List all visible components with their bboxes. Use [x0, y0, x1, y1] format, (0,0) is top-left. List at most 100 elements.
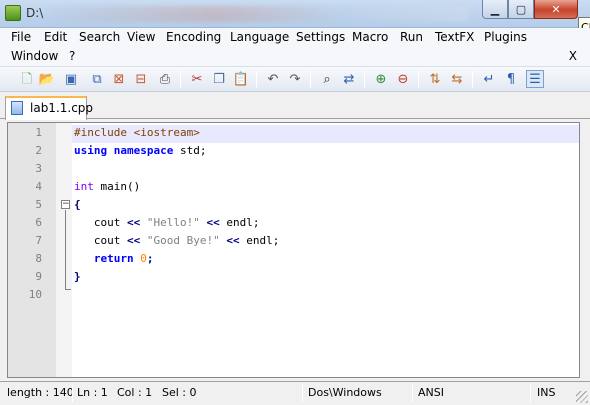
cut-icon[interactable]: ✂	[188, 70, 206, 88]
minimize-icon: ▁	[490, 2, 500, 16]
tab-bar: lab1.1.cpp	[0, 93, 590, 120]
menu-macro[interactable]: Macro	[352, 30, 388, 44]
maximize-button[interactable]: ▢	[508, 0, 534, 19]
menu-edit[interactable]: Edit	[44, 30, 67, 44]
code-line: 9 }	[8, 270, 579, 288]
menu-language[interactable]: Language	[230, 30, 289, 44]
menu-search[interactable]: Search	[79, 30, 120, 44]
status-divider	[412, 385, 413, 402]
undo-icon[interactable]: ↶	[264, 70, 282, 88]
close-window-button[interactable]: ✕	[534, 0, 578, 19]
code-line: 7 cout << "Good Bye!" << endl;	[8, 234, 579, 252]
sync-horizontal-icon[interactable]: ⇆	[448, 70, 466, 88]
notepad-plus-plus-window: D:\ ▁ ▢ ✕ Cl File Edit Search View Encod…	[0, 0, 590, 405]
find-icon[interactable]: ⌕	[318, 70, 336, 88]
menu-row-1: File Edit Search View Encoding Language …	[0, 28, 590, 47]
line-text: cout << "Good Bye!" << endl;	[74, 234, 280, 247]
status-encoding: ANSI	[418, 386, 444, 399]
indent-guide-icon[interactable]: ☰	[526, 70, 544, 88]
minimize-button[interactable]: ▁	[482, 0, 508, 19]
code-line: 5 {	[8, 198, 579, 216]
line-text: return 0;	[74, 252, 154, 265]
line-number: 3	[35, 162, 42, 175]
print-icon[interactable]: ⎙	[156, 70, 174, 88]
replace-icon[interactable]: ⇄	[340, 70, 358, 88]
redacted-title-path	[48, 6, 468, 22]
menu-plugins[interactable]: Plugins	[484, 30, 527, 44]
toolbar-separator	[180, 71, 181, 88]
status-selection: Sel : 0	[162, 386, 197, 399]
toolbar-separator	[472, 71, 473, 88]
menu-view[interactable]: View	[127, 30, 155, 44]
status-line: Ln : 1	[77, 386, 108, 399]
line-text: int main()	[74, 180, 141, 193]
copy-icon[interactable]: ❐	[210, 70, 228, 88]
close-icon: ✕	[551, 2, 561, 16]
maximize-icon: ▢	[515, 2, 527, 16]
code-line: 6 cout << "Hello!" << endl;	[8, 216, 579, 234]
status-eol-format: Dos\Windows	[308, 386, 382, 399]
file-icon	[11, 101, 23, 115]
tab-label: lab1.1.cpp	[30, 101, 94, 115]
menu-row-2: Window ? X	[0, 47, 590, 66]
code-editor[interactable]: 1 #include <iostream> 2 using namespace …	[7, 122, 580, 378]
menu-encoding[interactable]: Encoding	[166, 30, 221, 44]
status-divider	[72, 385, 73, 402]
toolbar-separator	[418, 71, 419, 88]
toolbar-separator	[364, 71, 365, 88]
menu-textfx[interactable]: TextFX	[435, 30, 474, 44]
menu-bar: File Edit Search View Encoding Language …	[0, 28, 590, 66]
line-number: 2	[35, 144, 42, 157]
close-all-icon[interactable]: ⊟	[132, 70, 150, 88]
menu-help[interactable]: ?	[69, 49, 75, 63]
menu-window[interactable]: Window	[11, 49, 58, 63]
code-line: 2 using namespace std;	[8, 144, 579, 162]
line-text: using namespace std;	[74, 144, 207, 157]
zoom-in-icon[interactable]: ⊕	[372, 70, 390, 88]
save-all-icon[interactable]: ⧉	[88, 70, 106, 88]
title-bar[interactable]: D:\ ▁ ▢ ✕	[0, 0, 590, 28]
word-wrap-icon[interactable]: ↵	[480, 70, 498, 88]
status-length: length : 140	[7, 386, 74, 399]
line-number: 1	[35, 126, 42, 139]
show-all-chars-icon[interactable]: ¶	[502, 70, 520, 88]
status-insert-mode: INS	[537, 386, 556, 399]
code-line: 3	[8, 162, 579, 180]
line-number: 7	[35, 234, 42, 247]
redo-icon[interactable]: ↷	[286, 70, 304, 88]
line-text: {	[74, 198, 81, 211]
tab-lab1-cpp[interactable]: lab1.1.cpp	[5, 96, 93, 120]
line-text: #include <iostream>	[74, 126, 200, 139]
menu-file[interactable]: File	[11, 30, 31, 44]
new-file-icon[interactable]: 🗋	[18, 70, 36, 88]
line-number: 6	[35, 216, 42, 229]
save-icon[interactable]: ▣	[62, 70, 80, 88]
toolbar-separator	[256, 71, 257, 88]
status-column: Col : 1	[117, 386, 153, 399]
line-number: 10	[28, 288, 42, 301]
code-line: 10	[8, 288, 579, 306]
fold-end-marker	[65, 289, 71, 290]
sync-vertical-icon[interactable]: ⇅	[426, 70, 444, 88]
resize-grip[interactable]	[576, 391, 588, 403]
app-icon	[5, 5, 21, 21]
toolbar: 🗋 📂 ▣ ⧉ ⊠ ⊟ ⎙ ✂ ❐ 📋 ↶ ↷ ⌕ ⇄ ⊕ ⊖ ⇅ ⇆ ↵ ¶ …	[0, 66, 590, 92]
code-line: 8 return 0;	[8, 252, 579, 270]
menu-run[interactable]: Run	[400, 30, 423, 44]
close-icon[interactable]: ⊠	[110, 70, 128, 88]
line-number: 5	[35, 198, 42, 211]
line-text: cout << "Hello!" << endl;	[74, 216, 260, 229]
status-bar: length : 140 Ln : 1 Col : 1 Sel : 0 Dos\…	[0, 381, 590, 405]
code-line: 4 int main()	[8, 180, 579, 198]
fold-guide-line	[65, 210, 66, 290]
paste-icon[interactable]: 📋	[232, 70, 250, 88]
close-document-button[interactable]: X	[569, 49, 577, 63]
menu-settings[interactable]: Settings	[296, 30, 345, 44]
status-divider	[302, 385, 303, 402]
open-file-icon[interactable]: 📂	[38, 70, 56, 88]
zoom-out-icon[interactable]: ⊖	[394, 70, 412, 88]
fold-toggle-icon[interactable]: −	[61, 200, 70, 209]
line-number: 8	[35, 252, 42, 265]
line-number: 9	[35, 270, 42, 283]
code-line: 1 #include <iostream>	[8, 126, 579, 144]
